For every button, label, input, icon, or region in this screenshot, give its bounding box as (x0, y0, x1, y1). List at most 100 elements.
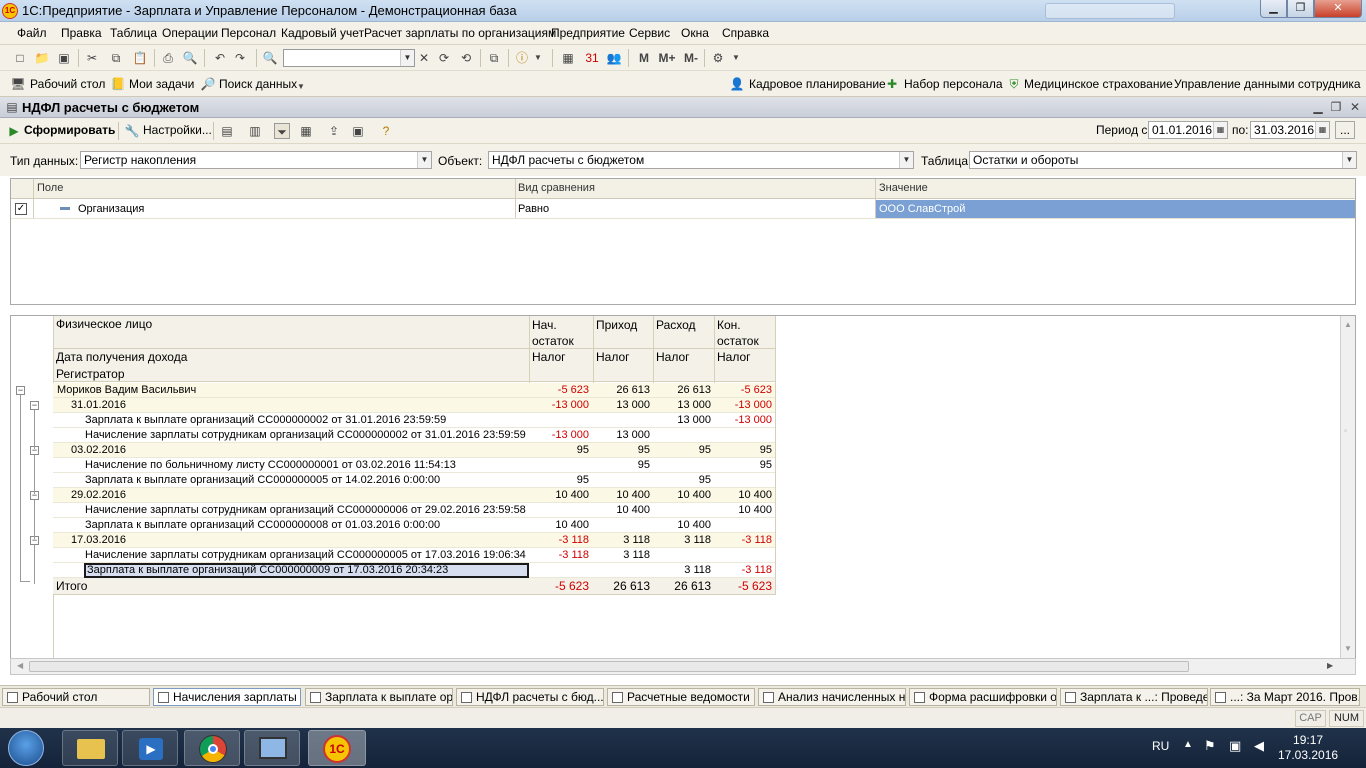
memory-m-plus-button[interactable]: М+ (656, 50, 678, 66)
report-cell[interactable]: 13 000 (593, 428, 653, 443)
report-row-label[interactable]: 03.02.2016 (70, 443, 529, 458)
find-next-icon[interactable]: ⟳ (436, 50, 452, 66)
taskbar-remote-desktop[interactable] (244, 730, 300, 766)
toolbar-desktop[interactable]: Рабочий стол (30, 77, 105, 91)
report-cell[interactable]: 26 613 (593, 383, 653, 398)
chevron-down-icon[interactable]: ▼ (417, 152, 431, 168)
language-indicator[interactable]: RU (1152, 739, 1169, 753)
report-vertical-scrollbar[interactable]: ▲ ◦ ▼ (1340, 316, 1355, 658)
minimize-button[interactable]: ▁ (1260, 0, 1287, 18)
report-cell[interactable] (714, 428, 775, 443)
report-row-label[interactable]: Мориков Вадим Васильвич (56, 383, 529, 398)
close-button[interactable]: ✕ (1314, 0, 1362, 18)
report-cell[interactable]: 13 000 (653, 398, 714, 413)
report-cell[interactable]: -13 000 (714, 413, 775, 428)
print-icon[interactable]: ⎙ (160, 50, 176, 66)
report-spreadsheet[interactable]: Физическое лицо Дата получения дохода Реги… (10, 315, 1356, 660)
window-tab-0[interactable]: Рабочий стол (2, 688, 150, 706)
report-cell[interactable]: 10 400 (593, 488, 653, 503)
report-cell[interactable]: 13 000 (593, 398, 653, 413)
scroll-thumb-icon[interactable]: ◦ (1344, 426, 1347, 435)
report-cell[interactable]: 3 118 (593, 548, 653, 563)
report-cell[interactable]: 95 (714, 443, 775, 458)
table-icon[interactable]: ▦ (298, 123, 314, 139)
toolbar-dropdown-icon[interactable]: ▼ (293, 79, 309, 95)
report-cell[interactable]: 26 613 (653, 383, 714, 398)
taskbar-1c[interactable]: 1С (308, 730, 366, 766)
window-tab-2[interactable]: Зарплата к выплате ор... (305, 688, 453, 706)
period-select-button[interactable]: ... (1335, 121, 1355, 139)
report-cell[interactable]: 95 (653, 443, 714, 458)
report-row-label[interactable]: 31.01.2016 (70, 398, 529, 413)
form-restore-icon[interactable]: ❐ (1328, 99, 1344, 115)
filter-comparison-value[interactable]: Равно (518, 203, 549, 215)
chevron-down-icon[interactable]: ▼ (899, 152, 913, 168)
info-dropdown-icon[interactable]: ▼ (530, 50, 546, 66)
settings-button[interactable]: Настройки... (143, 123, 212, 137)
report-cell[interactable]: -13 000 (529, 398, 592, 413)
data-type-select[interactable]: Регистр накопления ▼ (80, 151, 432, 169)
info-icon[interactable]: ⓘ (514, 50, 530, 66)
calendar-icon[interactable]: ▦ (1213, 122, 1227, 138)
filter-value-cell[interactable]: ООО СлавСтрой (876, 200, 1355, 218)
window-tab-5[interactable]: Анализ начисленных н... (758, 688, 906, 706)
memory-m-button[interactable]: М (636, 50, 652, 66)
report-cell[interactable]: 10 400 (714, 488, 775, 503)
report-cell[interactable]: 3 118 (653, 563, 714, 578)
toolbar-hr-planning[interactable]: Кадровое планирование (749, 77, 886, 91)
calculator-icon[interactable]: ▦ (560, 50, 576, 66)
object-select[interactable]: НДФЛ расчеты с бюджетом ▼ (488, 151, 914, 169)
window-tab-4[interactable]: Расчетные ведомости ... (607, 688, 755, 706)
report-cell[interactable] (593, 473, 653, 488)
report-row-label[interactable]: Начисление зарплаты сотрудникам организа… (84, 503, 529, 518)
print-preview-icon[interactable]: 🔍 (182, 50, 198, 66)
report-cell[interactable]: -3 118 (714, 533, 775, 548)
report-cell[interactable]: -3 118 (714, 563, 775, 578)
search-icon[interactable]: 🔍 (262, 50, 278, 66)
copy-icon[interactable]: ⧉ (108, 50, 124, 66)
report-cell[interactable] (593, 563, 653, 578)
report-cell[interactable] (714, 548, 775, 563)
report-row-label[interactable]: 17.03.2016 (70, 533, 529, 548)
menu-item-file[interactable]: Файл (17, 26, 47, 40)
scroll-right-icon[interactable]: ▶ (1327, 661, 1333, 670)
report-cell[interactable] (653, 428, 714, 443)
report-row-label[interactable]: Зарплата к выплате организаций СС0000000… (84, 563, 529, 578)
chevron-down-icon[interactable]: ▼ (1342, 152, 1356, 168)
report-row-label[interactable]: Зарплата к выплате организаций СС0000000… (84, 473, 529, 488)
report-cell[interactable]: 95 (593, 458, 653, 473)
report-cell[interactable] (529, 413, 592, 428)
scroll-thumb[interactable] (29, 661, 1189, 672)
undo-icon[interactable]: ↶ (212, 50, 228, 66)
taskbar-chrome[interactable] (184, 730, 240, 766)
filter-field-value[interactable]: Организация (78, 203, 144, 215)
report-cell[interactable]: 10 400 (529, 488, 592, 503)
report-cell[interactable]: -13 000 (714, 398, 775, 413)
report-row-label[interactable]: Зарплата к выплате организаций СС0000000… (84, 518, 529, 533)
network-icon[interactable]: ▣ (1229, 738, 1241, 754)
report-cell[interactable]: 10 400 (653, 488, 714, 503)
menu-item-windows[interactable]: Окна (681, 26, 709, 40)
generate-button[interactable]: Сформировать (24, 123, 115, 137)
report-row-label[interactable]: 29.02.2016 (70, 488, 529, 503)
report-cell[interactable] (714, 473, 775, 488)
menu-item-personnel[interactable]: Персонал (221, 26, 276, 40)
report-cell[interactable]: 3 118 (653, 533, 714, 548)
save-icon[interactable]: ▣ (56, 50, 72, 66)
tree-collapse-icon[interactable]: − (30, 401, 39, 410)
tree-collapse-icon[interactable]: − (16, 386, 25, 395)
report-row-label[interactable]: Зарплата к выплате организаций СС0000000… (84, 413, 529, 428)
toolbar-recruitment[interactable]: Набор персонала (904, 77, 1003, 91)
taskbar-media-player[interactable]: ▶ (122, 730, 178, 766)
period-from-field[interactable]: 01.01.2016 ▦ (1148, 121, 1228, 139)
report-cell[interactable] (714, 518, 775, 533)
report-cell[interactable]: 95 (529, 473, 592, 488)
report-cell[interactable] (653, 458, 714, 473)
users-icon[interactable]: 👥 (606, 50, 622, 66)
scroll-left-icon[interactable]: ◀ (17, 661, 23, 670)
windows-icon[interactable]: ⧉ (486, 50, 502, 66)
help-icon[interactable]: ? (378, 123, 394, 139)
report-cell[interactable]: 95 (529, 443, 592, 458)
report-cell[interactable]: 10 400 (714, 503, 775, 518)
window-tab-7[interactable]: Зарплата к ...: Проведен (1060, 688, 1208, 706)
